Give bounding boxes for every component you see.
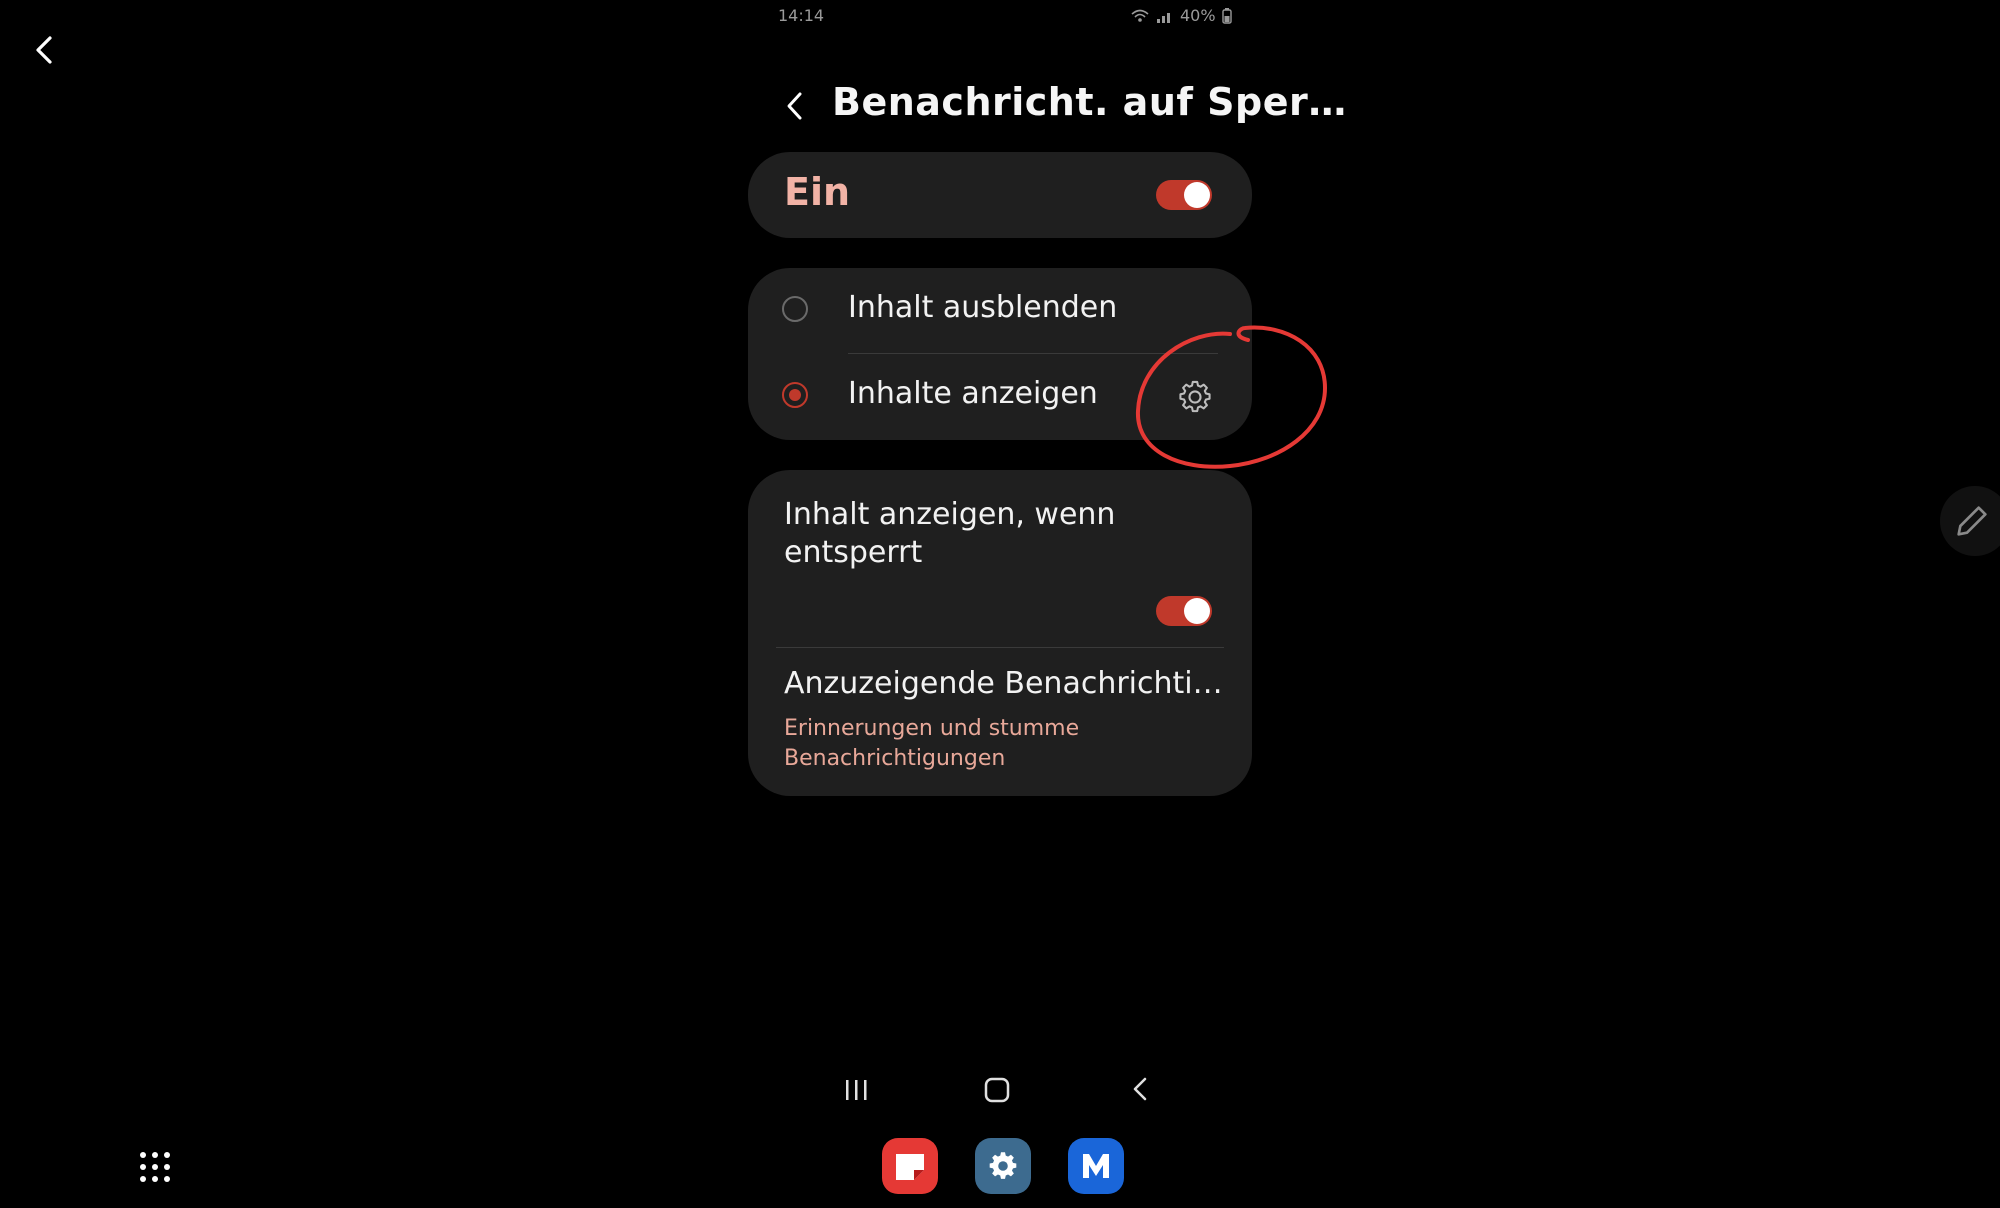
notes-glyph-icon bbox=[896, 1154, 924, 1180]
battery-percent: 40% bbox=[1180, 6, 1216, 25]
pencil-icon bbox=[1957, 506, 1987, 536]
m-letter-icon bbox=[1083, 1154, 1109, 1178]
m-app-icon[interactable] bbox=[1068, 1138, 1124, 1194]
signal-icon bbox=[1157, 12, 1170, 23]
show-when-unlocked-toggle[interactable] bbox=[1156, 596, 1212, 626]
show-when-unlocked-label: Inhalt anzeigen, wenn entsperrt bbox=[784, 497, 1116, 570]
chevron-left-icon bbox=[1133, 1077, 1147, 1101]
toggle-knob bbox=[1184, 598, 1210, 624]
nav-back-button[interactable] bbox=[1126, 1072, 1156, 1106]
status-indicators: 40% bbox=[1130, 6, 1232, 25]
radio-button[interactable] bbox=[782, 296, 808, 322]
edge-panel-handle[interactable] bbox=[1940, 486, 2000, 556]
master-switch-toggle[interactable] bbox=[1156, 180, 1212, 210]
master-switch-card[interactable]: Ein bbox=[748, 152, 1252, 238]
page-title: Benachricht. auf Sper… bbox=[832, 80, 1347, 124]
apps-grid-icon bbox=[140, 1152, 170, 1182]
chevron-left-icon bbox=[36, 36, 52, 64]
recents-icon bbox=[846, 1080, 867, 1100]
option-label: Inhalt ausblenden bbox=[848, 290, 1118, 325]
option-label: Inhalte anzeigen bbox=[848, 376, 1098, 411]
apps-button[interactable] bbox=[138, 1150, 172, 1184]
radio-button-selected[interactable] bbox=[782, 382, 808, 408]
chevron-left-icon bbox=[787, 92, 802, 120]
home-icon bbox=[984, 1077, 1010, 1103]
master-switch-label: Ein bbox=[784, 170, 851, 214]
samsung-notes-app-icon[interactable] bbox=[882, 1138, 938, 1194]
outer-back-button[interactable] bbox=[28, 30, 60, 70]
header-back-button[interactable] bbox=[780, 86, 810, 126]
notifications-to-show-title: Anzuzeigende Benachrichtigu… bbox=[784, 666, 1224, 701]
status-time: 14:14 bbox=[778, 6, 825, 25]
home-button[interactable] bbox=[982, 1072, 1012, 1106]
wifi-icon bbox=[1131, 9, 1149, 22]
settings-app-icon[interactable] bbox=[975, 1138, 1031, 1194]
recents-button[interactable] bbox=[842, 1072, 872, 1106]
annotation-circle bbox=[1135, 325, 1327, 469]
battery-icon bbox=[1221, 7, 1232, 24]
notifications-to-show-description: Erinnerungen und stumme Benachrichtigung… bbox=[784, 716, 1080, 771]
gear-icon bbox=[989, 1152, 1017, 1179]
content-settings-card: Inhalt anzeigen, wenn entsperrt Anzuzeig… bbox=[748, 470, 1252, 796]
toggle-knob bbox=[1184, 182, 1210, 208]
